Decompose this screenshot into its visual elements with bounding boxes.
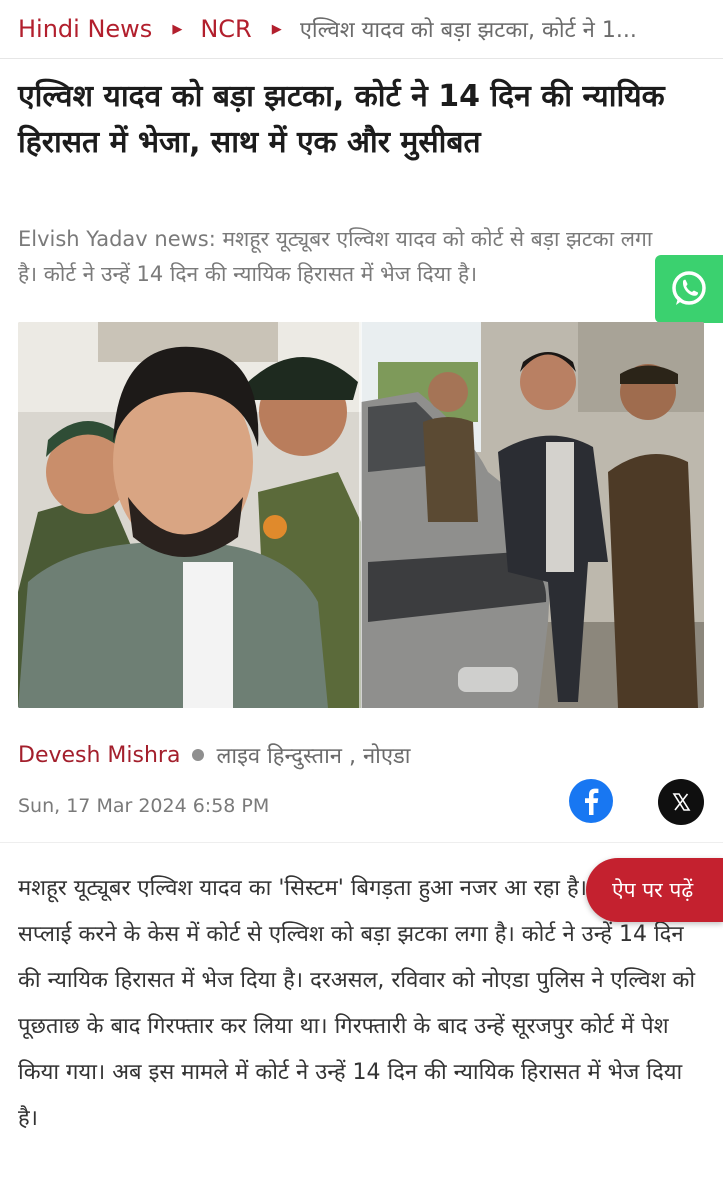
chevron-right-icon: ▶ [271, 21, 282, 37]
open-in-app-button[interactable]: ऐप पर पढ़ें [586, 858, 723, 922]
chevron-right-icon: ▶ [172, 21, 183, 37]
breadcrumb-section-link[interactable]: NCR [200, 15, 251, 43]
article-headline: एल्विश यादव को बड़ा झटका, कोर्ट ने 14 दि… [18, 79, 665, 160]
facebook-share-button[interactable] [569, 779, 613, 823]
separator-dot [192, 749, 205, 761]
author-name-link[interactable]: Devesh Mishra [18, 743, 180, 768]
byline: Devesh Mishra लाइव हिन्दुस्तान , नोएडा [18, 738, 411, 772]
facebook-icon [585, 788, 599, 815]
breadcrumb-home-link[interactable]: Hindi News [18, 15, 152, 43]
breadcrumb: Hindi News ▶ NCR ▶ एल्विश यादव को बड़ा झ… [18, 12, 708, 46]
divider [0, 58, 723, 59]
publish-date: Sun, 17 Mar 2024 6:58 PM [18, 795, 270, 817]
article-summary: Elvish Yadav news: मशहूर यूट्यूबर एल्विश… [18, 227, 653, 286]
article-photo[interactable] [18, 322, 704, 708]
x-icon [672, 793, 691, 811]
divider [0, 842, 723, 843]
whatsapp-share-button[interactable] [655, 255, 723, 323]
x-share-button[interactable] [658, 779, 704, 825]
author-source: लाइव हिन्दुस्तान , नोएडा [216, 744, 411, 769]
whatsapp-icon [672, 271, 706, 305]
breadcrumb-current: एल्विश यादव को बड़ा झटका, कोर्ट ने 1... [299, 18, 637, 43]
